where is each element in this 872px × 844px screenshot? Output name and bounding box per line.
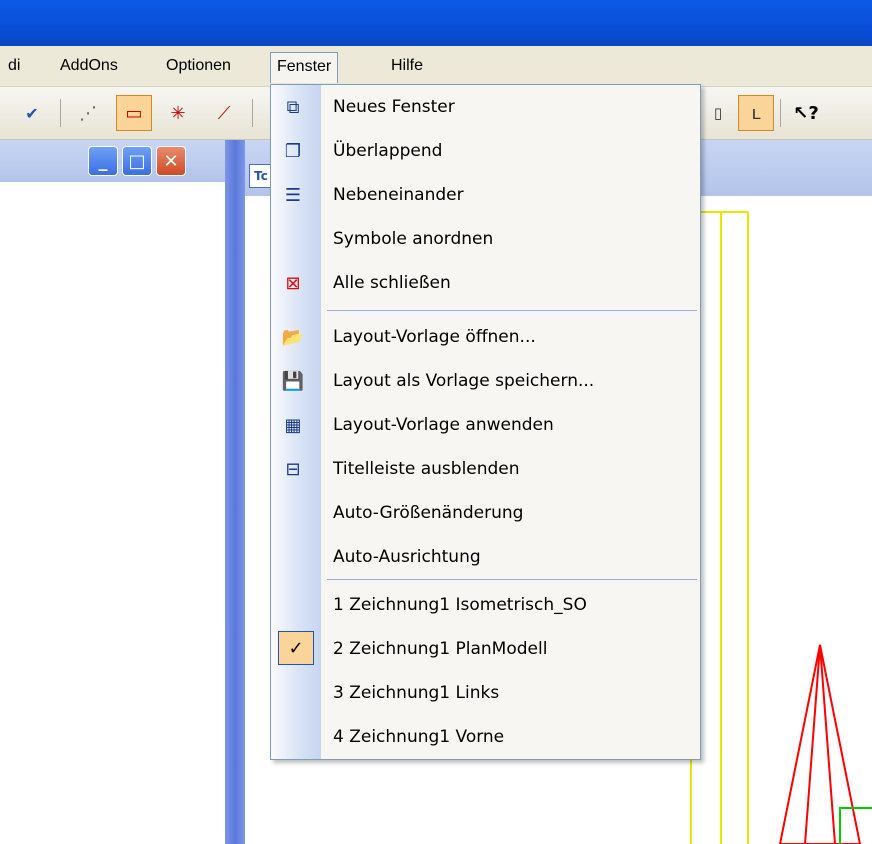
menu-item-window-1[interactable]: 1 Zeichnung1 Isometrisch_SO [271, 583, 700, 627]
maximize-icon: □ [128, 150, 146, 172]
grid-icon: ⋰ [79, 102, 97, 124]
minimize-button[interactable]: _ [88, 146, 118, 176]
menu-fenster[interactable]: Fenster [270, 52, 339, 83]
cascade-icon: ❐ [284, 140, 302, 162]
snap-star-icon: ✳ [170, 102, 186, 124]
menu-item-auto-resize[interactable]: Auto-Größenänderung [271, 491, 700, 535]
left-child-window: _ □ ✕ [0, 140, 225, 844]
menu-item-apply-layout-template[interactable]: ▦ Layout-Vorlage anwenden [271, 403, 700, 447]
menu-item-open-layout-template[interactable]: 📂 Layout-Vorlage öffnen... [271, 315, 700, 359]
fenster-dropdown-menu: ⧉ Neues Fenster ❐ Überlappend ☰ Nebenein… [270, 84, 701, 760]
tile-icon: ☰ [284, 184, 302, 206]
menu-item-label: Layout als Vorlage speichern... [333, 371, 595, 391]
menu-item-arrange-icons[interactable]: Symbole anordnen [271, 217, 700, 261]
plane-button[interactable]: ⟋ [206, 95, 242, 131]
menu-item-label: Auto-Größenänderung [333, 503, 524, 523]
menu-separator [327, 579, 697, 580]
menu-item-window-4[interactable]: 4 Zeichnung1 Vorne [271, 715, 700, 759]
rectangle-select-button[interactable]: ▭ [116, 95, 152, 131]
hide-titlebar-icon: ⊟ [285, 458, 301, 480]
new-window-icon: ⧉ [286, 96, 300, 118]
menu-item-window-2[interactable]: ✓ 2 Zeichnung1 PlanModell [271, 627, 700, 671]
menu-bar: di AddOns Optionen Fenster Hilfe [0, 46, 872, 87]
check-icon: ✓ [278, 631, 314, 665]
maximize-button[interactable]: □ [122, 146, 152, 176]
save-template-icon: 💾 [281, 370, 305, 392]
menu-item-label: Nebeneinander [333, 185, 464, 205]
drawing-triangle [778, 644, 862, 844]
help-pointer-button[interactable]: ↖? [788, 95, 824, 131]
drawing-line [819, 644, 836, 844]
menu-addons[interactable]: AddOns [54, 52, 124, 80]
menu-item-cascade[interactable]: ❐ Überlappend [271, 129, 700, 173]
rectangle-select-icon: ▭ [125, 102, 143, 124]
spellcheck-icon: ✔ [25, 103, 39, 123]
menu-item-window-3[interactable]: 3 Zeichnung1 Links [271, 671, 700, 715]
spellcheck-button[interactable]: ✔ [14, 95, 50, 131]
grid-button[interactable]: ⋰ [70, 95, 106, 131]
menu-edit-partial[interactable]: di [2, 52, 26, 80]
menu-optionen[interactable]: Optionen [160, 52, 237, 80]
menu-separator [327, 310, 697, 311]
toolbar-doc-button[interactable]: ▯ [700, 95, 736, 131]
menu-item-label: Auto-Ausrichtung [333, 547, 481, 567]
menu-item-label: Titelleiste ausblenden [333, 459, 520, 479]
snap-button[interactable]: ✳ [160, 95, 196, 131]
toolbar-separator [60, 99, 61, 127]
coordinate-axis-icon: ʟ [751, 102, 761, 124]
minimize-icon: _ [98, 150, 108, 172]
left-window-caption: _ □ ✕ [0, 140, 225, 182]
apply-template-icon: ▦ [284, 414, 302, 436]
drawing-line [804, 644, 821, 844]
close-window-button[interactable]: ✕ [156, 146, 186, 176]
toolbar-separator [780, 99, 781, 127]
menu-item-label: Layout-Vorlage öffnen... [333, 327, 536, 347]
menu-item-label: Alle schließen [333, 273, 451, 293]
menu-item-save-layout-template[interactable]: 💾 Layout als Vorlage speichern... [271, 359, 700, 403]
menu-item-hide-titlebar[interactable]: ⊟ Titelleiste ausblenden [271, 447, 700, 491]
menu-item-label: Layout-Vorlage anwenden [333, 415, 554, 435]
open-template-icon: 📂 [281, 326, 305, 348]
menu-item-label: Symbole anordnen [333, 229, 494, 249]
app-title-bar [0, 0, 872, 46]
menu-hilfe[interactable]: Hilfe [385, 52, 429, 80]
close-icon: ✕ [163, 150, 179, 172]
menu-item-close-all[interactable]: ⊠ Alle schließen [271, 261, 700, 305]
menu-item-label: 3 Zeichnung1 Links [333, 683, 500, 703]
window-splitter[interactable] [225, 140, 245, 844]
menu-item-label: Überlappend [333, 141, 443, 161]
menu-item-new-window[interactable]: ⧉ Neues Fenster [271, 85, 700, 129]
menu-item-auto-align[interactable]: Auto-Ausrichtung [271, 535, 700, 579]
menu-item-label: 1 Zeichnung1 Isometrisch_SO [333, 595, 587, 615]
menu-item-label: 4 Zeichnung1 Vorne [333, 727, 505, 747]
plane-icon: ⟋ [217, 102, 231, 124]
help-pointer-icon: ↖? [793, 102, 819, 124]
toolbar-separator [252, 99, 253, 127]
menu-item-label: 2 Zeichnung1 PlanModell [333, 639, 548, 659]
document-icon: ▯ [713, 104, 723, 122]
menu-item-label: Neues Fenster [333, 97, 455, 117]
close-all-icon: ⊠ [285, 272, 301, 294]
coordinate-system-button[interactable]: ʟ [738, 95, 774, 131]
menu-item-tile[interactable]: ☰ Nebeneinander [271, 173, 700, 217]
